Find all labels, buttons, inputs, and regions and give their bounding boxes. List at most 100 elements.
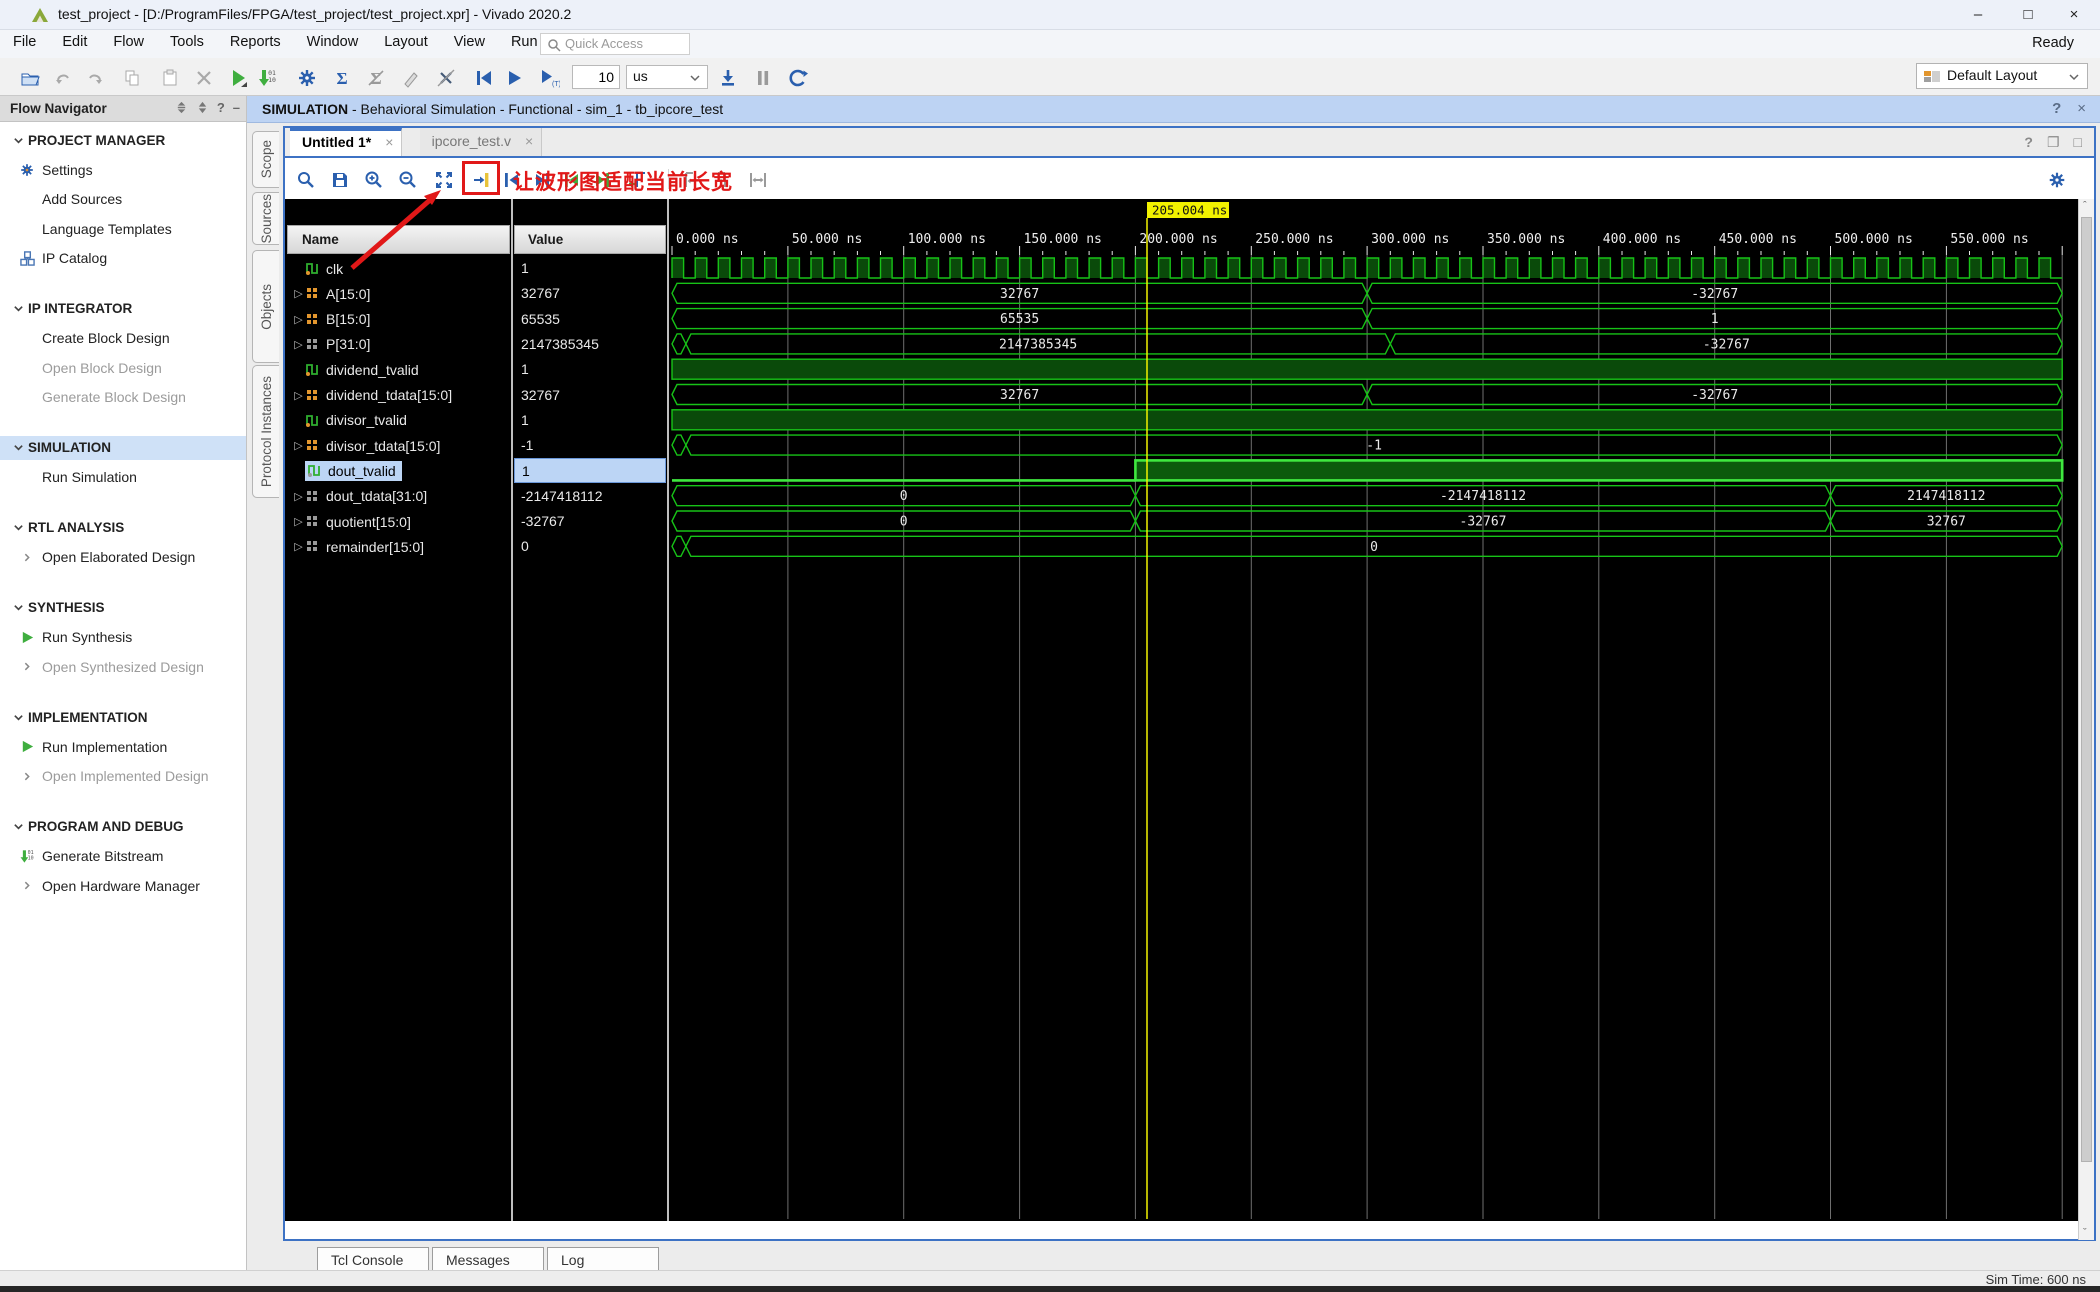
name-column-header[interactable]: Name bbox=[287, 225, 510, 254]
help-icon[interactable]: ? bbox=[217, 100, 225, 115]
signal-value-divisor_tdata[interactable]: -1 bbox=[514, 433, 666, 458]
value-wave-splitter[interactable] bbox=[667, 199, 669, 1221]
sidebar-item-open-block-design[interactable]: Open Block Design bbox=[0, 356, 246, 380]
signal-value-divisor_tvalid[interactable]: 1 bbox=[514, 408, 666, 433]
breakpoint-button[interactable] bbox=[432, 64, 460, 91]
relaunch-button[interactable] bbox=[784, 64, 812, 91]
sidebar-item-settings[interactable]: Settings bbox=[0, 158, 246, 182]
scroll-down-icon[interactable]: ˇ bbox=[2083, 1227, 2087, 1239]
close-button[interactable]: × bbox=[2052, 0, 2096, 29]
menu-view[interactable]: View bbox=[441, 30, 498, 50]
undo-button[interactable] bbox=[49, 64, 77, 91]
doc-tab-ipcore_test.v[interactable]: ipcore_test.v × bbox=[419, 128, 543, 156]
sidebar-section-ip-integrator[interactable]: IP INTEGRATOR bbox=[0, 297, 246, 321]
quick-access-input[interactable]: Quick Access bbox=[540, 33, 690, 55]
side-tab-protocol-instances[interactable]: Protocol Instances bbox=[252, 365, 279, 498]
run-button[interactable] bbox=[224, 64, 252, 91]
sidebar-section-project-manager[interactable]: PROJECT MANAGER bbox=[0, 128, 246, 152]
paste-button[interactable] bbox=[156, 64, 184, 91]
zoom-out-button[interactable] bbox=[393, 165, 423, 194]
minimize-panel-icon[interactable]: – bbox=[233, 100, 240, 115]
report-off-button[interactable]: Σ bbox=[362, 64, 390, 91]
menu-reports[interactable]: Reports bbox=[217, 30, 294, 50]
sidebar-item-open-hardware-manager[interactable]: Open Hardware Manager bbox=[0, 874, 246, 898]
signal-value-dout_tdata[interactable]: -2147418112 bbox=[514, 484, 666, 509]
doc-tab-untitled1[interactable]: Untitled 1* × bbox=[290, 128, 403, 156]
signal-row-P[interactable]: ▷ P[31:0] bbox=[287, 332, 510, 357]
settings-button[interactable] bbox=[293, 64, 321, 91]
side-tab-objects[interactable]: Objects bbox=[252, 250, 279, 363]
signal-value-dout_tvalid[interactable]: 1 bbox=[514, 458, 666, 484]
minimize-button[interactable]: – bbox=[1956, 0, 2000, 29]
menu-flow[interactable]: Flow bbox=[100, 30, 157, 50]
signal-row-dout_tdata[interactable]: ▷ dout_tdata[31:0] bbox=[287, 484, 510, 509]
run-for-time-button[interactable]: (T) bbox=[535, 64, 563, 91]
side-tab-scope[interactable]: Scope bbox=[252, 131, 279, 188]
sidebar-item-open-synthesized-design[interactable]: Open Synthesized Design bbox=[0, 655, 246, 679]
open-project-button[interactable] bbox=[16, 64, 44, 91]
signal-row-dividend_tdata[interactable]: ▷ dividend_tdata[15:0] bbox=[287, 383, 510, 408]
name-value-splitter[interactable] bbox=[511, 199, 513, 1221]
signal-row-divisor_tvalid[interactable]: divisor_tvalid bbox=[287, 408, 510, 433]
zoom-in-button[interactable] bbox=[359, 165, 389, 194]
signal-value-dividend_tvalid[interactable]: 1 bbox=[514, 357, 666, 382]
run-time-input[interactable] bbox=[572, 65, 620, 89]
signal-value-clk[interactable]: 1 bbox=[514, 256, 666, 281]
float-window-icon[interactable]: ❐ bbox=[2047, 134, 2060, 151]
waveform-canvas[interactable]: 0.000 ns 50.000 ns 100.000 ns 150.000 ns 200… bbox=[670, 199, 2078, 1221]
sidebar-item-generate-block-design[interactable]: Generate Block Design bbox=[0, 385, 246, 409]
step-button[interactable] bbox=[714, 64, 742, 91]
side-tab-sources[interactable]: Sources bbox=[252, 192, 279, 245]
close-tab-icon[interactable]: × bbox=[525, 133, 533, 149]
scroll-up-icon[interactable]: ˆ bbox=[2083, 200, 2087, 212]
sidebar-item-language-templates[interactable]: Language Templates bbox=[0, 217, 246, 241]
sidebar-section-synthesis[interactable]: SYNTHESIS bbox=[0, 596, 246, 620]
signal-value-P[interactable]: 2147385345 bbox=[514, 332, 666, 357]
sidebar-item-open-implemented-design[interactable]: Open Implemented Design bbox=[0, 764, 246, 788]
sidebar-item-create-block-design[interactable]: Create Block Design bbox=[0, 326, 246, 350]
waveform-settings-button[interactable] bbox=[2042, 165, 2072, 194]
signal-row-dout_tvalid[interactable]: dout_tvalid bbox=[287, 458, 510, 483]
value-column-header[interactable]: Value bbox=[514, 225, 666, 254]
signal-row-remainder[interactable]: ▷ remainder[15:0] bbox=[287, 534, 510, 559]
signal-value-quotient[interactable]: -32767 bbox=[514, 509, 666, 534]
signal-value-B[interactable]: 65535 bbox=[514, 307, 666, 332]
layout-selector[interactable]: Default Layout bbox=[1916, 63, 2088, 89]
close-tab-icon[interactable]: × bbox=[385, 134, 393, 150]
zoom-fit-button[interactable] bbox=[429, 165, 459, 194]
search-button[interactable] bbox=[291, 165, 321, 194]
close-panel-icon[interactable]: × bbox=[2077, 100, 2086, 117]
signal-row-A[interactable]: ▷ A[15:0] bbox=[287, 281, 510, 306]
signal-value-A[interactable]: 32767 bbox=[514, 281, 666, 306]
sidebar-section-rtl-analysis[interactable]: RTL ANALYSIS bbox=[0, 516, 246, 540]
save-button[interactable] bbox=[325, 165, 355, 194]
copy-button[interactable] bbox=[118, 64, 146, 91]
sidebar-section-implementation[interactable]: IMPLEMENTATION bbox=[0, 705, 246, 729]
sidebar-section-simulation[interactable]: SIMULATION bbox=[0, 435, 246, 460]
redo-button[interactable] bbox=[81, 64, 109, 91]
sidebar-item-generate-bitstream[interactable]: 01 10 Generate Bitstream bbox=[0, 844, 246, 868]
sidebar-section-program-and-debug[interactable]: PROGRAM AND DEBUG bbox=[0, 815, 246, 839]
vertical-scroll-thumb[interactable] bbox=[2081, 217, 2092, 1162]
expand-collapse-icon[interactable] bbox=[196, 101, 209, 114]
signal-value-dividend_tdata[interactable]: 32767 bbox=[514, 383, 666, 408]
menu-window[interactable]: Window bbox=[294, 30, 372, 50]
menu-edit[interactable]: Edit bbox=[49, 30, 100, 50]
delete-button[interactable] bbox=[190, 64, 218, 91]
help-icon[interactable]: ? bbox=[2052, 100, 2061, 117]
signal-row-dividend_tvalid[interactable]: dividend_tvalid bbox=[287, 357, 510, 382]
run-all-button[interactable] bbox=[500, 64, 528, 91]
time-unit-select[interactable]: us bbox=[626, 65, 708, 89]
menu-file[interactable]: File bbox=[0, 30, 49, 50]
collapse-all-icon[interactable] bbox=[175, 101, 188, 114]
help-icon[interactable]: ? bbox=[2024, 134, 2033, 151]
sidebar-item-open-elaborated-design[interactable]: Open Elaborated Design bbox=[0, 545, 246, 569]
restart-sim-button[interactable] bbox=[470, 64, 498, 91]
generate-bitstream-button[interactable]: 01 10 bbox=[254, 64, 282, 91]
sidebar-item-run-implementation[interactable]: Run Implementation bbox=[0, 735, 246, 759]
signal-row-B[interactable]: ▷ B[15:0] bbox=[287, 307, 510, 332]
signal-value-remainder[interactable]: 0 bbox=[514, 534, 666, 559]
menu-tools[interactable]: Tools bbox=[157, 30, 217, 50]
menu-layout[interactable]: Layout bbox=[371, 30, 441, 50]
vertical-scrollbar[interactable]: ˆ ˇ bbox=[2078, 199, 2094, 1240]
